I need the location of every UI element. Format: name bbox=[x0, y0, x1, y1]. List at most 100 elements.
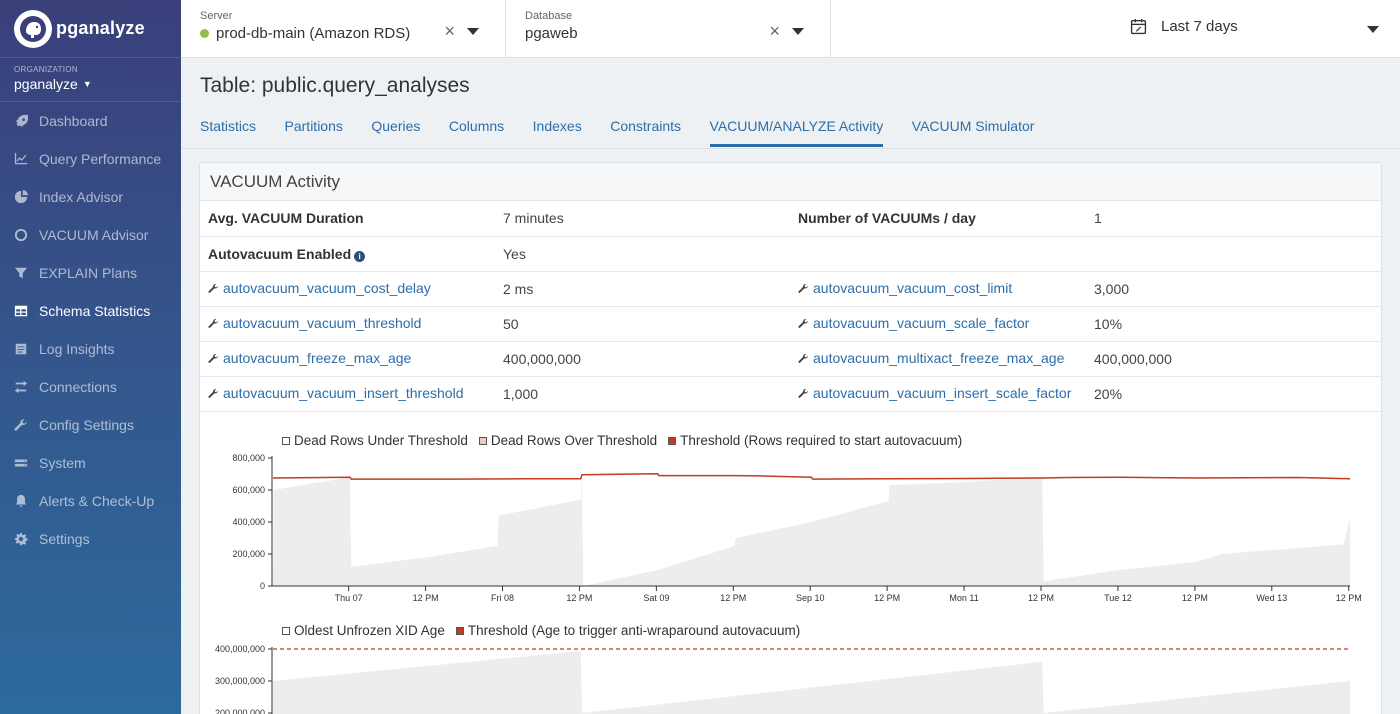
organization-label: ORGANIZATION bbox=[14, 65, 78, 74]
chevron-down-icon[interactable] bbox=[1367, 26, 1379, 33]
sidebar-item-explain-plans[interactable]: EXPLAIN Plans bbox=[0, 254, 181, 292]
setting-link[interactable]: autovacuum_vacuum_cost_delay bbox=[208, 280, 431, 296]
table-row: Autovacuum Enabled i Yes bbox=[200, 236, 1381, 272]
tab-vacuum-analyze-activity[interactable]: VACUUM/ANALYZE Activity bbox=[709, 118, 884, 147]
tab-constraints[interactable]: Constraints bbox=[610, 118, 681, 147]
panel-title: VACUUM Activity bbox=[200, 163, 1381, 201]
setting-label: Number of VACUUMs / day bbox=[798, 210, 976, 227]
wrench-icon bbox=[208, 353, 218, 363]
sidebar-item-label: Dashboard bbox=[39, 113, 108, 129]
setting-link[interactable]: autovacuum_multixact_freeze_max_age bbox=[798, 350, 1064, 366]
table-row: autovacuum_vacuum_threshold 50 autovacuum_… bbox=[200, 306, 1381, 342]
xid-age-area bbox=[273, 651, 1350, 714]
legend-swatch bbox=[282, 626, 290, 635]
threshold-line bbox=[272, 472, 1351, 480]
info-icon[interactable]: i bbox=[354, 250, 366, 262]
sidebar-item-query-performance[interactable]: Query Performance bbox=[0, 140, 181, 178]
organization-switcher[interactable]: ORGANIZATION pganalyze ▼ bbox=[0, 58, 181, 102]
setting-value: 7 minutes bbox=[503, 210, 564, 227]
sidebar-item-label: Log Insights bbox=[39, 341, 115, 357]
sidebar-item-config-settings[interactable]: Config Settings bbox=[0, 406, 181, 444]
database-value: pgaweb bbox=[525, 25, 578, 42]
setting-name: autovacuum_vacuum_cost_delay bbox=[223, 280, 431, 297]
x-tick-label: 12 PM bbox=[874, 593, 900, 603]
table-row: Avg. VACUUM Duration 7 minutes Number of V… bbox=[200, 201, 1381, 237]
tab-queries[interactable]: Queries bbox=[371, 118, 420, 147]
sidebar-item-alerts-check-up[interactable]: Alerts & Check-Up bbox=[0, 482, 181, 520]
setting-value: 50 bbox=[503, 315, 519, 332]
setting-link[interactable]: autovacuum_vacuum_cost_limit bbox=[798, 280, 1012, 296]
x-tick-label: Sat 09 bbox=[643, 593, 669, 603]
sidebar-item-settings[interactable]: Settings bbox=[0, 520, 181, 558]
setting-name: autovacuum_freeze_max_age bbox=[223, 350, 412, 367]
setting-link[interactable]: autovacuum_vacuum_insert_scale_factor bbox=[798, 385, 1071, 401]
server-status-dot bbox=[200, 29, 209, 38]
x-tick-label: Thu 07 bbox=[335, 593, 363, 603]
tab-statistics[interactable]: Statistics bbox=[200, 118, 256, 147]
setting-link[interactable]: autovacuum_vacuum_scale_factor bbox=[798, 315, 1029, 331]
tab-bar: Statistics Partitions Queries Columns Indexe… bbox=[200, 118, 1063, 147]
caret-down-icon: ▼ bbox=[82, 79, 92, 89]
sidebar-item-schema-statistics[interactable]: Schema Statistics bbox=[0, 292, 181, 330]
circle-icon bbox=[14, 228, 28, 242]
vacuum-activity-panel: VACUUM Activity Avg. VACUUM Duration 7 mi… bbox=[199, 162, 1382, 714]
page-header: Table: public.query_analyses Statistics P… bbox=[181, 58, 1400, 149]
sidebar-item-label: Settings bbox=[39, 531, 90, 547]
x-tick-label: 12 PM bbox=[1336, 593, 1362, 603]
y-tick-label: 400,000,000 bbox=[215, 644, 265, 654]
tab-columns[interactable]: Columns bbox=[449, 118, 504, 147]
topbar: Server prod-db-main (Amazon RDS) × Datab… bbox=[181, 0, 1400, 58]
sidebar-item-connections[interactable]: Connections bbox=[0, 368, 181, 406]
x-tick-label: 12 PM bbox=[1028, 593, 1054, 603]
index-icon bbox=[14, 190, 28, 204]
setting-name: autovacuum_multixact_freeze_max_age bbox=[813, 350, 1065, 367]
wrench-icon bbox=[798, 318, 808, 328]
gear-icon bbox=[14, 532, 28, 546]
sidebar-item-vacuum-advisor[interactable]: VACUUM Advisor bbox=[0, 216, 181, 254]
organization-name: pganalyze bbox=[14, 76, 78, 92]
x-tick-label: 12 PM bbox=[720, 593, 746, 603]
wrench-icon bbox=[798, 388, 808, 398]
xid-age-chart: 200,000,000 300,000,000 400,000,000 bbox=[215, 644, 1350, 714]
table-row: autovacuum_vacuum_insert_threshold 1,000 a… bbox=[200, 376, 1381, 412]
sidebar-item-label: Schema Statistics bbox=[39, 303, 151, 319]
x-tick-label: 12 PM bbox=[1182, 593, 1208, 603]
setting-value: Yes bbox=[503, 245, 526, 262]
setting-link[interactable]: autovacuum_vacuum_insert_threshold bbox=[208, 385, 463, 401]
server-selector[interactable]: Server prod-db-main (Amazon RDS) × bbox=[181, 0, 506, 57]
x-tick-label: Mon 11 bbox=[949, 593, 978, 603]
clear-database-icon[interactable]: × bbox=[769, 22, 780, 40]
clear-server-icon[interactable]: × bbox=[444, 22, 455, 40]
wrench-icon bbox=[798, 353, 808, 363]
sidebar-item-label: Connections bbox=[39, 379, 117, 395]
sidebar-item-dashboard[interactable]: Dashboard bbox=[0, 102, 181, 140]
tab-vacuum-simulator[interactable]: VACUUM Simulator bbox=[912, 118, 1035, 147]
page-title: Table: public.query_analyses bbox=[200, 74, 470, 97]
y-tick-label: 400,000 bbox=[232, 517, 265, 527]
setting-name: autovacuum_vacuum_threshold bbox=[223, 315, 422, 332]
date-range-selector[interactable]: Last 7 days bbox=[831, 0, 1400, 57]
brand[interactable]: pganalyze bbox=[0, 0, 181, 58]
sidebar-item-index-advisor[interactable]: Index Advisor bbox=[0, 178, 181, 216]
sidebar-item-label: Query Performance bbox=[39, 151, 162, 167]
sidebar-item-label: VACUUM Advisor bbox=[39, 227, 149, 243]
sidebar-item-label: EXPLAIN Plans bbox=[39, 265, 138, 281]
database-selector[interactable]: Database pgaweb × bbox=[506, 0, 831, 57]
setting-link[interactable]: autovacuum_vacuum_threshold bbox=[208, 315, 421, 331]
tab-indexes[interactable]: Indexes bbox=[533, 118, 582, 147]
line-chart-icon bbox=[14, 152, 28, 166]
y-tick-label: 300,000,000 bbox=[215, 676, 265, 686]
setting-value: 10% bbox=[1094, 315, 1123, 332]
setting-link[interactable]: autovacuum_freeze_max_age bbox=[208, 350, 411, 366]
sidebar-item-label: Config Settings bbox=[39, 417, 134, 433]
sidebar-item-log-insights[interactable]: Log Insights bbox=[0, 330, 181, 368]
tab-partitions[interactable]: Partitions bbox=[285, 118, 343, 147]
chevron-down-icon[interactable] bbox=[792, 27, 804, 35]
sidebar-item-system[interactable]: System bbox=[0, 444, 181, 482]
database-label: Database bbox=[525, 10, 573, 22]
filter-icon bbox=[14, 266, 28, 280]
setting-value: 1,000 bbox=[503, 385, 539, 402]
chevron-down-icon[interactable] bbox=[467, 27, 479, 35]
exchange-icon bbox=[14, 380, 28, 394]
y-tick-label: 200,000,000 bbox=[215, 708, 265, 714]
